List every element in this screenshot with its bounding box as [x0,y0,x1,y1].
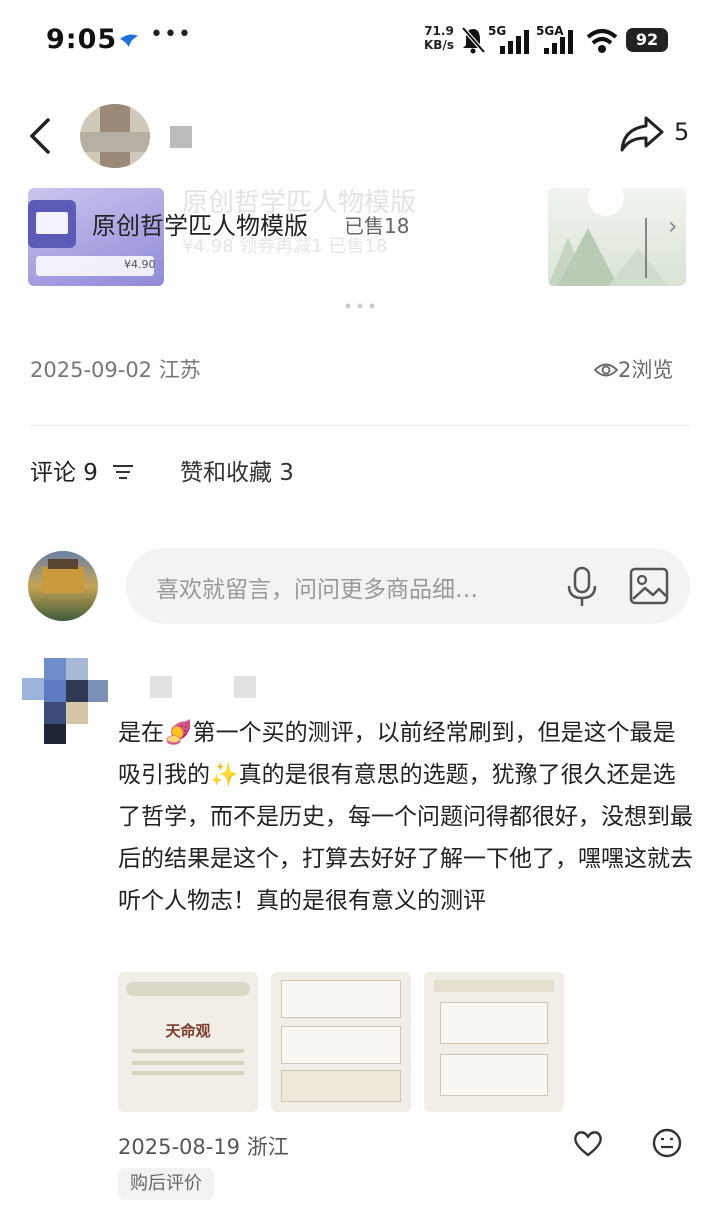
image-upload-icon[interactable] [628,566,670,606]
seller-avatar[interactable] [80,104,150,168]
divider [30,425,690,426]
product-image-right[interactable] [548,188,686,286]
microphone-icon[interactable] [564,566,600,608]
heart-icon[interactable] [572,1127,604,1159]
bell-muted-icon [461,26,486,54]
comment-text: 是在🍠第一个买的测评，以前经常刷到，但是这个最是吸引我的✨真的是很有意思的选题，… [118,720,693,914]
signal-2-bars-icon [544,30,573,54]
chevron-right-icon[interactable]: › [668,212,678,240]
emoji-reaction-icon[interactable] [651,1127,683,1159]
app-notification-icon [120,34,138,47]
carousel-indicator [345,303,375,309]
seller-name[interactable] [170,122,192,150]
comment-image-3[interactable] [424,972,564,1112]
share-icon[interactable] [618,112,666,156]
my-avatar[interactable] [28,551,98,621]
product-title[interactable]: 原创哲学匹人物模版 [92,206,308,241]
comment-date-location: 2025-08-19 浙江 [118,1135,289,1159]
network-speed: 71.9 KB/s [424,24,454,52]
product-icon [28,200,76,248]
signal-1-bars-icon [500,30,529,54]
more-notifications-icon: ••• [150,22,192,47]
product-sold-count: 已售18 [344,214,410,238]
post-purchase-review-badge: 购后评价 [118,1168,214,1200]
tab-likes-favorites[interactable]: 赞和收藏 3 [180,453,294,487]
battery-level: 92 [626,28,668,52]
back-arrow-icon[interactable] [26,116,56,156]
commenter-avatar[interactable] [22,658,108,744]
view-count: 2浏览 [593,354,673,384]
comment-input-placeholder[interactable]: 喜欢就留言，问问更多商品细… [156,570,478,604]
share-count: 5 [674,118,690,146]
comment-image-2[interactable] [271,972,411,1112]
status-bar: 9:05 ••• 71.9 KB/s 5G 5GA 92 [0,0,720,84]
comment-image-1[interactable]: 天命观 [118,972,258,1112]
post-date-location: 2025-09-02 江苏 [30,358,201,382]
tab-comments[interactable]: 评论 9 [30,453,135,487]
eye-icon [593,363,619,377]
sort-icon[interactable] [111,462,135,482]
status-time: 9:05 [46,24,118,55]
wifi-icon [586,29,618,53]
commenter-name[interactable] [120,672,280,702]
